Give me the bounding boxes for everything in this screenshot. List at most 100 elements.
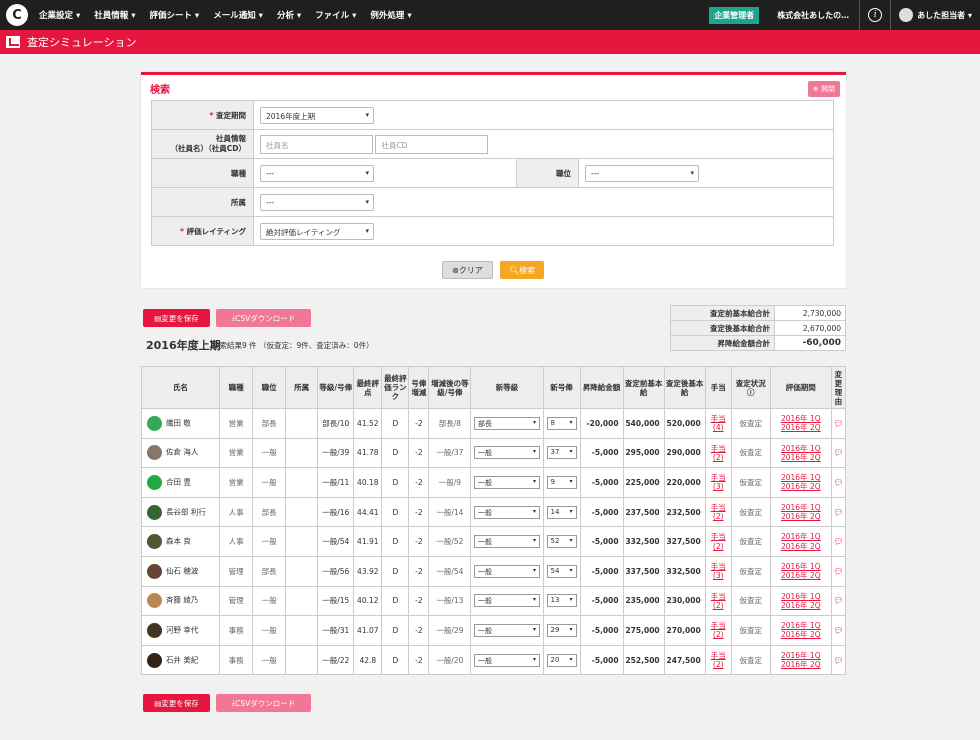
new-step-cell: 37	[542, 437, 581, 469]
csv-label: CSVダウンロード	[235, 698, 296, 708]
evaluation-period-link[interactable]: 2016年 1Q 2016年 2Q	[781, 444, 821, 462]
comment-icon[interactable]: 💬︎	[833, 656, 843, 665]
comment-icon[interactable]: 💬︎	[833, 626, 843, 635]
info-icon[interactable]: i	[868, 8, 883, 22]
allowance-link[interactable]: 手当(2)	[711, 651, 726, 669]
allowance-link[interactable]: 手当(4)	[711, 414, 726, 432]
new-grade-select[interactable]: 一般	[473, 535, 540, 549]
user-name: あした担当者 ▾	[917, 10, 972, 20]
new-grade-cell: 一般	[470, 585, 544, 617]
evaluation-period-link[interactable]: 2016年 1Q 2016年 2Q	[781, 414, 821, 432]
employee-name: 仙石 穂波	[166, 566, 199, 576]
search-form-table: * 査定期間 2016年度上期 社員情報（社員名）（社員CD） 社員名 社員CD…	[151, 100, 834, 246]
new-grade-select[interactable]: 一般	[473, 653, 540, 667]
save-changes-button-bottom[interactable]: ▤ 変更を保存	[143, 694, 210, 712]
job-cell: 人事	[219, 496, 254, 528]
menu-evaluation-sheet[interactable]: 評価シート ▾	[142, 9, 206, 21]
evaluation-period-link[interactable]: 2016年 1Q 2016年 2Q	[781, 532, 821, 551]
new-grade-select[interactable]: 一般	[473, 594, 540, 608]
csv-download-button-bottom[interactable]: ⤓ CSVダウンロード	[216, 694, 311, 712]
comment-icon[interactable]: 💬︎	[833, 419, 843, 428]
after-grade-cell: 一般/29	[428, 615, 472, 646]
new-step-select[interactable]: 37	[546, 446, 577, 460]
allowance-link[interactable]: 手当(3)	[711, 473, 726, 492]
new-step-select[interactable]: 29	[546, 623, 577, 637]
before-total-value: 2,730,000	[774, 305, 846, 321]
page-title: 査定シミュレーション	[27, 36, 137, 49]
allowance-link[interactable]: 手当(2)	[711, 503, 726, 521]
evaluation-period-link[interactable]: 2016年 1Q 2016年 2Q	[781, 503, 821, 521]
dept-select[interactable]: ---	[260, 193, 374, 211]
save-label: 変更を保存	[161, 698, 199, 708]
user-menu[interactable]: あした担当者 ▾	[890, 0, 980, 30]
employee-avatar	[147, 445, 162, 461]
new-grade-select[interactable]: 一般	[473, 505, 540, 519]
new-step-select[interactable]: 52	[546, 535, 577, 549]
new-grade-select[interactable]: 一般	[473, 564, 540, 578]
evaluation-period-link[interactable]: 2016年 1Q 2016年 2Q	[781, 592, 821, 610]
menu-employee-info[interactable]: 社員情報 ▾	[87, 9, 142, 21]
position-select[interactable]: ---	[585, 164, 699, 182]
comment-icon[interactable]: 💬︎	[833, 448, 843, 457]
toggle-panel-button[interactable]: ⊕ 開閉	[807, 81, 840, 97]
comment-icon[interactable]: 💬︎	[833, 567, 843, 576]
column-header: 最終評点	[353, 366, 383, 409]
new-grade-select[interactable]: 一般	[473, 623, 540, 637]
period-select[interactable]: 2016年度上期	[260, 106, 374, 124]
employee-cd-input[interactable]: 社員CD	[375, 134, 489, 154]
save-label: 変更を保存	[161, 313, 199, 323]
new-step-select[interactable]: 14	[546, 505, 577, 519]
menu-mail-notification[interactable]: メール通知 ▾	[206, 9, 270, 21]
column-header: 手当	[704, 366, 732, 409]
new-step-select[interactable]: 54	[546, 564, 577, 578]
grade-cell: 一般/22	[317, 644, 355, 676]
after-total-label: 査定後基本給合計	[670, 320, 775, 336]
comment-icon[interactable]: 💬︎	[833, 508, 843, 517]
new-grade-select[interactable]: 一般	[473, 446, 540, 460]
comment-icon[interactable]: 💬︎	[833, 596, 843, 605]
company-name[interactable]: 株式会社あしたの…	[767, 0, 861, 30]
rating-select[interactable]: 絶対評価レイティング	[260, 222, 374, 240]
comment-icon[interactable]: 💬︎	[833, 478, 843, 487]
new-step-select[interactable]: 13	[546, 594, 577, 608]
status-info-icon[interactable]: ⓘ	[747, 388, 755, 397]
evaluation-period-link[interactable]: 2016年 1Q 2016年 2Q	[781, 562, 821, 580]
evaluation-period-link[interactable]: 2016年 1Q 2016年 2Q	[781, 473, 821, 492]
new-step-select[interactable]: 8	[546, 416, 577, 430]
allowance-link[interactable]: 手当(2)	[711, 532, 726, 551]
after-grade-cell: 部長/8	[428, 408, 472, 439]
allowance-link[interactable]: 手当(2)	[711, 444, 726, 462]
new-step-select[interactable]: 20	[546, 653, 577, 667]
column-header: 変更理由	[830, 366, 847, 409]
allowance-link[interactable]: 手当(2)	[711, 592, 726, 610]
employee-name-input[interactable]: 社員名	[260, 134, 373, 154]
new-grade-select[interactable]: 一般	[473, 475, 540, 489]
menu-file[interactable]: ファイル ▾	[308, 9, 363, 21]
before-pay-cell: 235,000	[622, 585, 665, 617]
menu-company-settings[interactable]: 企業設定 ▾	[32, 9, 87, 21]
menu-exception[interactable]: 例外処理 ▾	[363, 9, 418, 21]
before-pay-cell: 295,000	[622, 437, 665, 469]
evaluation-period-link[interactable]: 2016年 1Q 2016年 2Q	[781, 621, 821, 640]
csv-download-button-top[interactable]: ⤓ CSVダウンロード	[216, 309, 311, 327]
period-label-cell: * 査定期間	[151, 100, 254, 130]
column-header: 職位	[252, 366, 287, 409]
comment-icon[interactable]: 💬︎	[833, 537, 843, 546]
clear-button[interactable]: ⊗ クリア	[442, 261, 493, 279]
period-cell: 2016年度上期	[253, 100, 834, 130]
diff-total-label: 昇降給金額合計	[670, 335, 775, 351]
search-button[interactable]: 🔍︎ 検索	[500, 261, 544, 279]
new-step-select[interactable]: 9	[546, 475, 577, 489]
allowance-link[interactable]: 手当(2)	[711, 621, 726, 640]
job-select[interactable]: ---	[260, 164, 374, 182]
app-logo-icon[interactable]: C	[6, 4, 28, 26]
evaluation-period-link[interactable]: 2016年 1Q 2016年 2Q	[781, 651, 821, 669]
menu-analysis[interactable]: 分析 ▾	[270, 9, 308, 21]
employee-cell: 社員名 社員CD	[253, 129, 834, 159]
position-cell: 一般	[252, 437, 287, 469]
new-grade-select[interactable]: 部長	[473, 416, 540, 430]
allowance-cell: 手当(2)	[704, 585, 732, 617]
job-cell: 事務	[219, 615, 254, 646]
allowance-link[interactable]: 手当(3)	[711, 562, 726, 580]
save-changes-button-top[interactable]: ▤ 変更を保存	[143, 309, 210, 327]
